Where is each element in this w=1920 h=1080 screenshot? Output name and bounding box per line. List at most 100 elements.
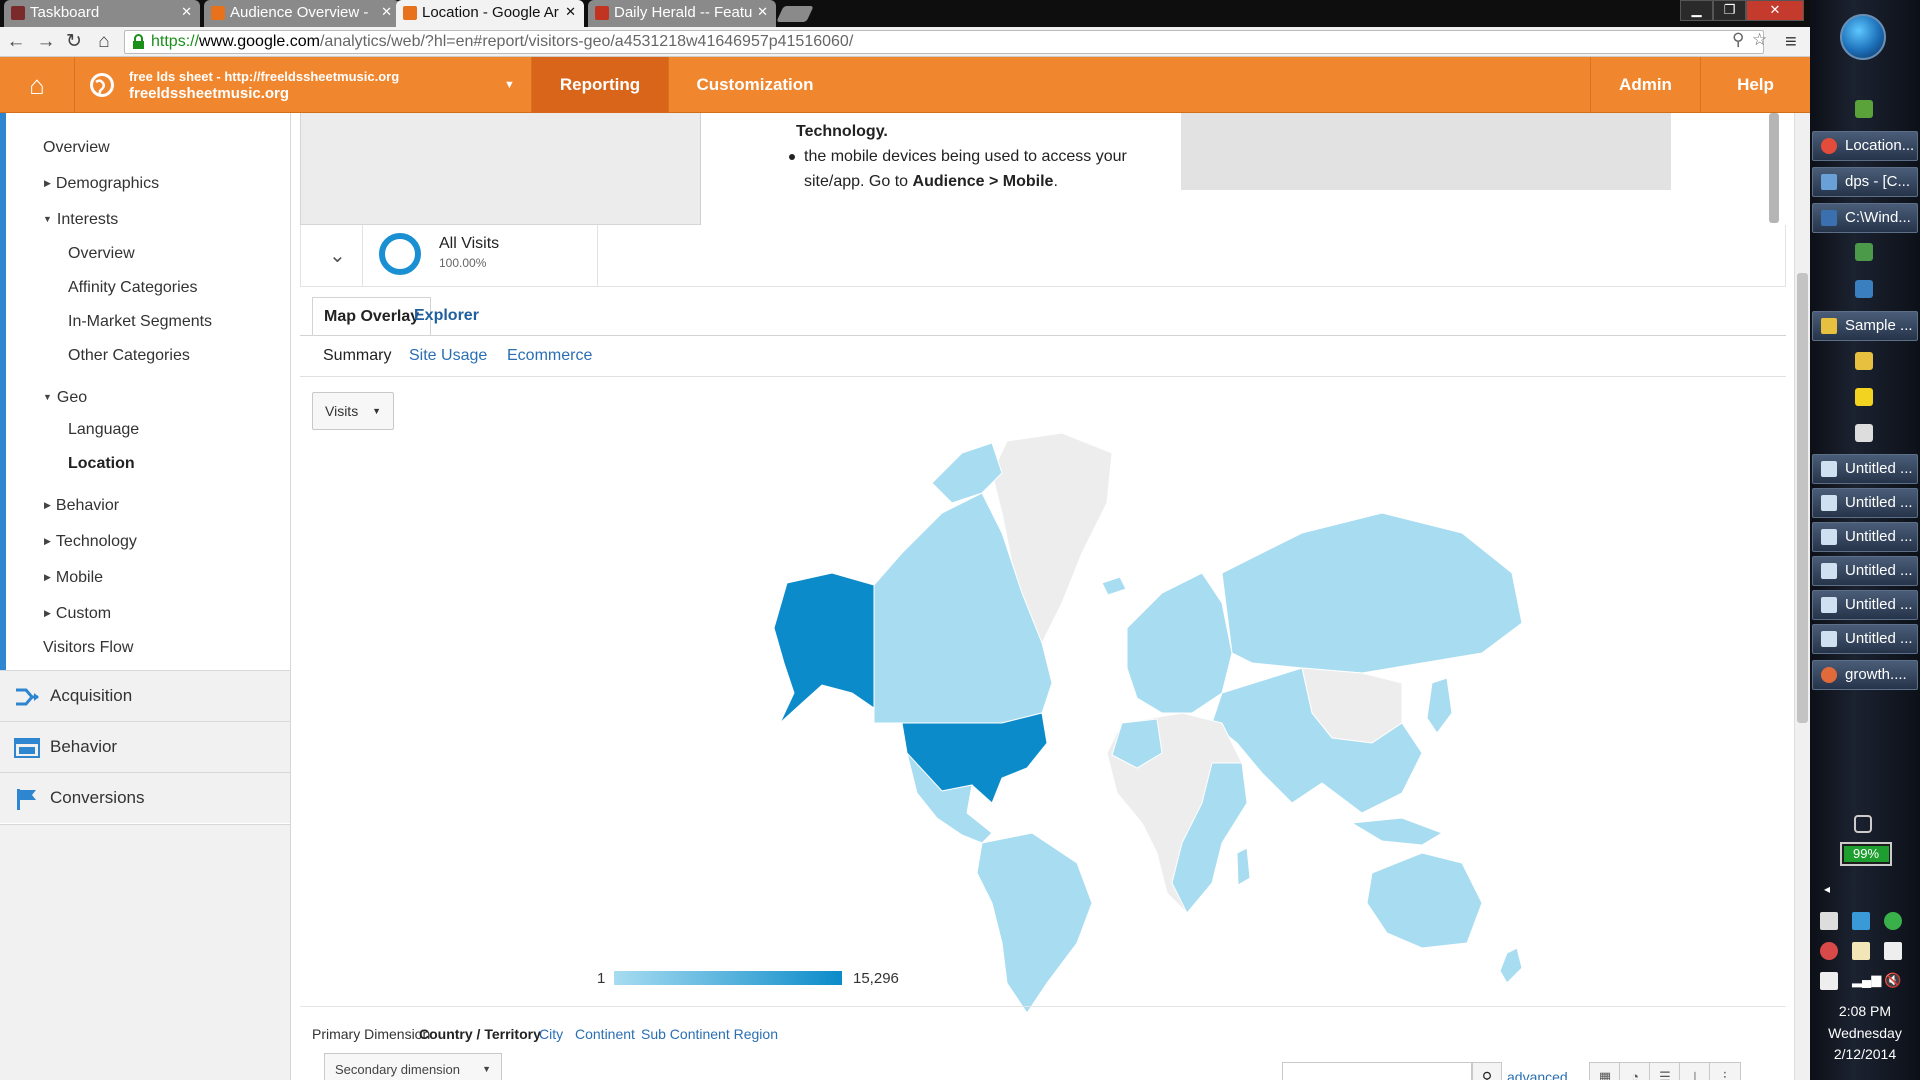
view-pie-icon[interactable]: ◔ xyxy=(1619,1062,1651,1080)
sidebar-item-affinity-categories[interactable]: Affinity Categories xyxy=(68,279,198,297)
account-dropdown-icon[interactable]: ▼ xyxy=(504,79,515,91)
sidebar-section-acquisition[interactable]: Acquisition xyxy=(0,670,290,721)
calculator-icon[interactable] xyxy=(1855,424,1873,442)
tab-close-icon[interactable]: ✕ xyxy=(381,4,392,20)
dimension-country-territory[interactable]: Country / Territory xyxy=(419,1026,541,1042)
tab-explorer[interactable]: Explorer xyxy=(403,297,490,335)
sync-icon[interactable] xyxy=(1884,912,1902,930)
tab-close-icon[interactable]: ✕ xyxy=(757,4,768,20)
taskbar-item-growth[interactable]: growth.... xyxy=(1812,660,1918,690)
dimension-sub-continent-region[interactable]: Sub Continent Region xyxy=(641,1026,778,1042)
map-region-europe[interactable] xyxy=(1126,572,1233,714)
network-signal-icon[interactable]: ▂▄▆ xyxy=(1852,972,1881,990)
nav-help[interactable]: Help xyxy=(1700,57,1810,113)
address-bar[interactable]: https://www.google.com/analytics/web/?hl… xyxy=(124,30,1764,54)
map-region-new-zealand[interactable] xyxy=(1499,947,1523,984)
home-icon[interactable]: ⌂ xyxy=(92,30,116,54)
sidebar-item-mobile[interactable]: ▶ Mobile xyxy=(44,569,103,587)
clock-time[interactable]: 2:08 PM xyxy=(1810,1003,1920,1019)
subtab-summary[interactable]: Summary xyxy=(323,347,391,365)
sticky-note-icon[interactable] xyxy=(1855,388,1873,406)
browser-tab-location[interactable]: Location - Google Ar ✕ xyxy=(396,0,584,27)
map-region-russia[interactable] xyxy=(1221,512,1523,674)
sidebar-section-behavior[interactable]: Behavior xyxy=(0,721,290,772)
map-region-madagascar[interactable] xyxy=(1236,847,1251,886)
account-property-name[interactable]: free lds sheet - http://freeldssheetmusi… xyxy=(129,69,399,84)
dimension-city[interactable]: City xyxy=(539,1026,563,1042)
account-view-name[interactable]: freeldssheetmusic.org xyxy=(129,85,289,102)
maximize-button[interactable]: ❐ xyxy=(1713,0,1746,21)
pinned-app-icon[interactable] xyxy=(1855,280,1873,298)
volume-muted-icon[interactable]: 🔇 xyxy=(1884,972,1902,990)
intro-mobile-link[interactable]: Audience > Mobile xyxy=(913,173,1054,190)
page-scrollbar-thumb[interactable] xyxy=(1797,273,1808,723)
map-region-indonesia[interactable] xyxy=(1350,817,1444,846)
bookmark-star-icon[interactable]: ☆ xyxy=(1752,30,1767,50)
taskbar-item-chrome[interactable]: Location... xyxy=(1812,131,1918,161)
home-icon[interactable]: ⌂ xyxy=(0,57,75,113)
minimize-button[interactable]: ▁ xyxy=(1680,0,1713,21)
map-region-japan[interactable] xyxy=(1426,677,1453,734)
taskbar-item-untitled-4[interactable]: Untitled ... xyxy=(1812,556,1918,586)
map-region-canada-islands[interactable] xyxy=(931,442,1003,504)
chevron-down-icon[interactable]: ⌄ xyxy=(329,243,346,268)
nav-reporting[interactable]: Reporting xyxy=(531,57,668,113)
tray-app-icon[interactable] xyxy=(1884,942,1902,960)
sidebar-item-other-categories[interactable]: Other Categories xyxy=(68,347,190,365)
sidebar-item-technology[interactable]: ▶ Technology xyxy=(44,533,137,551)
sidebar-section-conversions[interactable]: Conversions xyxy=(0,772,290,823)
notes-icon[interactable] xyxy=(1852,942,1870,960)
view-data-table-icon[interactable]: ▦ xyxy=(1589,1062,1621,1080)
world-map[interactable] xyxy=(522,423,1562,1043)
intro-scrollbar[interactable] xyxy=(1769,113,1779,223)
secondary-dimension-select[interactable]: Secondary dimension ▼ xyxy=(324,1053,502,1080)
folder-icon[interactable] xyxy=(1855,352,1873,370)
close-window-button[interactable]: ✕ xyxy=(1746,0,1804,21)
tray-app-icon[interactable] xyxy=(1820,912,1838,930)
map-region-south-america[interactable] xyxy=(976,832,1093,1014)
taskbar-item-untitled-5[interactable]: Untitled ... xyxy=(1812,590,1918,620)
view-comparison-icon[interactable]: ⊥ xyxy=(1679,1062,1711,1080)
battery-indicator[interactable]: 99% xyxy=(1840,842,1892,866)
taskbar-item-untitled-6[interactable]: Untitled ... xyxy=(1812,624,1918,654)
taskbar-item-dps[interactable]: dps - [C... xyxy=(1812,167,1918,197)
sidebar-item-geo[interactable]: ▼ Geo xyxy=(43,389,87,407)
new-tab-button[interactable] xyxy=(776,6,814,22)
advanced-filter-link[interactable]: advanced xyxy=(1507,1069,1568,1080)
page-scrollbar[interactable] xyxy=(1794,113,1810,1080)
forward-icon[interactable]: → xyxy=(34,30,58,54)
dimension-continent[interactable]: Continent xyxy=(575,1026,635,1042)
search-icon[interactable]: ⚲ xyxy=(1732,30,1744,50)
map-region-iceland[interactable] xyxy=(1101,576,1127,596)
browser-tab-daily-herald[interactable]: Daily Herald -- Featu ✕ xyxy=(588,0,776,27)
reload-icon[interactable]: ↻ xyxy=(62,30,86,54)
sidebar-item-interests-overview[interactable]: Overview xyxy=(68,245,135,263)
nav-admin[interactable]: Admin xyxy=(1590,57,1700,113)
taskbar-item-explorer[interactable]: C:\Wind... xyxy=(1812,203,1918,233)
action-center-flag-icon[interactable] xyxy=(1820,972,1838,990)
view-pivot-icon[interactable]: ⋮ xyxy=(1709,1062,1741,1080)
sidebar-item-in-market-segments[interactable]: In-Market Segments xyxy=(68,313,212,331)
table-search-input[interactable] xyxy=(1282,1062,1472,1080)
sidebar-item-overview[interactable]: Overview xyxy=(43,139,110,157)
power-plug-icon[interactable] xyxy=(1854,815,1872,833)
start-button[interactable] xyxy=(1840,14,1886,60)
browser-menu-icon[interactable]: ≡ xyxy=(1785,31,1797,54)
sidebar-item-visitors-flow[interactable]: Visitors Flow xyxy=(43,639,133,657)
sidebar-item-custom[interactable]: ▶ Custom xyxy=(44,605,111,623)
tab-close-icon[interactable]: ✕ xyxy=(565,4,576,20)
search-icon[interactable]: ⚲ xyxy=(1472,1062,1502,1080)
tray-expand-icon[interactable]: ◂ xyxy=(1824,882,1842,900)
subtab-site-usage[interactable]: Site Usage xyxy=(409,347,487,365)
pinned-app-icon[interactable] xyxy=(1855,100,1873,118)
taskbar-item-untitled-1[interactable]: Untitled ... xyxy=(1812,454,1918,484)
tab-close-icon[interactable]: ✕ xyxy=(181,4,192,20)
taskbar-item-untitled-3[interactable]: Untitled ... xyxy=(1812,522,1918,552)
taskbar-item-sample[interactable]: Sample ... xyxy=(1812,311,1918,341)
subtab-ecommerce[interactable]: Ecommerce xyxy=(507,347,592,365)
browser-tab-audience-overview[interactable]: Audience Overview - ✕ xyxy=(204,0,400,27)
metric-select[interactable]: Visits ▼ xyxy=(312,392,394,430)
browser-tab-taskboard[interactable]: Taskboard ✕ xyxy=(4,0,200,27)
map-region-alaska[interactable] xyxy=(773,572,875,724)
sidebar-item-interests[interactable]: ▼ Interests xyxy=(43,211,118,229)
